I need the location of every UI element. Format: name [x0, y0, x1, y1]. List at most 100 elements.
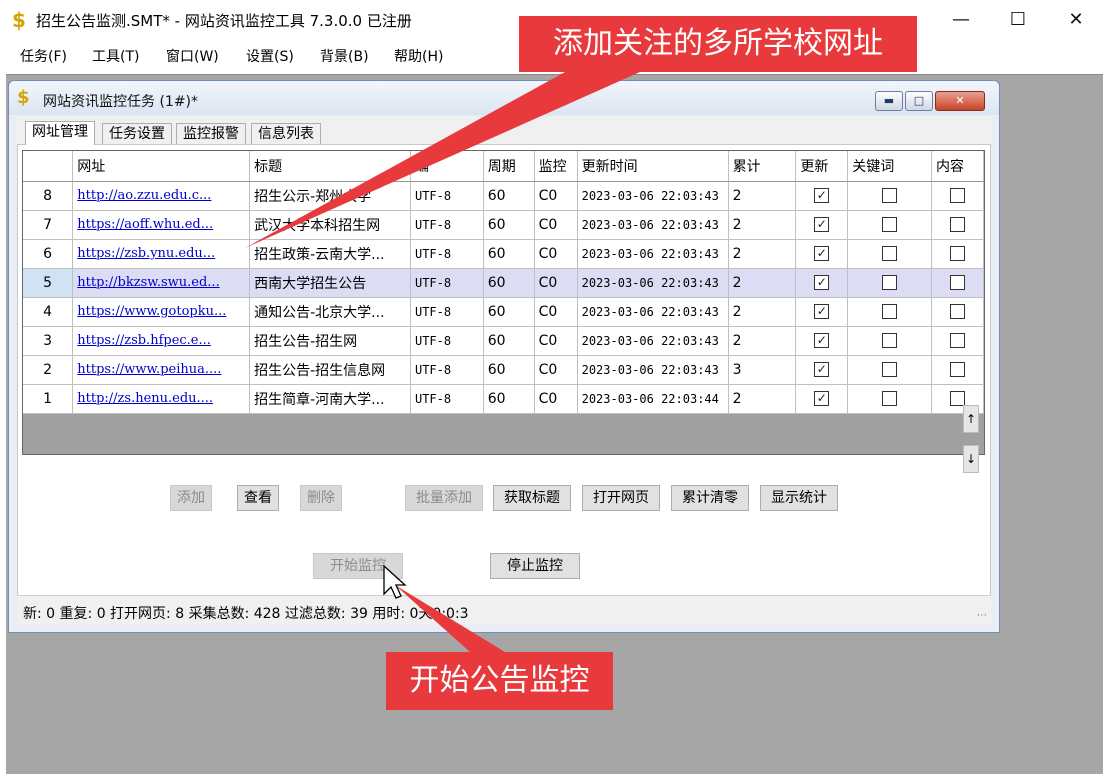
row-keyword-checkbox[interactable]: [882, 391, 898, 406]
row-update-checkbox[interactable]: ✓: [814, 275, 830, 290]
window-title: 招生公告监测.SMT* - 网站资讯监控工具 7.3.0.0 已注册: [36, 12, 412, 30]
row-update-checkbox[interactable]: ✓: [814, 362, 830, 377]
menu-help[interactable]: 帮助(H): [394, 46, 443, 66]
row-count: 2: [728, 181, 797, 211]
grid-empty-cell: [23, 413, 984, 454]
row-keyword-checkbox[interactable]: [882, 333, 898, 348]
col-header-keyword[interactable]: 关键词: [847, 151, 932, 182]
tab-panel: 网址 标题 编 周期 监控 更新时间 累计 更新 关键词 内容 8 http://: [17, 144, 991, 607]
batch-add-button[interactable]: 批量添加: [405, 485, 483, 511]
stop-monitor-button[interactable]: 停止监控: [490, 553, 580, 579]
menu-window[interactable]: 窗口(W): [166, 46, 219, 66]
row-url-link[interactable]: https://zsb.ynu.edu...: [72, 239, 251, 269]
table-row[interactable]: 2 https://www.peihua.... 招生公告-招生信息网 UTF-8 60…: [23, 355, 984, 385]
table-row[interactable]: 4 https://www.gotopku... 通知公告-北京大学... UTF-8…: [23, 297, 984, 327]
row-content-checkbox[interactable]: [950, 362, 965, 377]
row-monitor: C0: [534, 268, 578, 298]
row-content-checkbox[interactable]: [950, 217, 965, 232]
row-keyword-checkbox-cell: [847, 239, 932, 269]
child-maximize-button[interactable]: □: [905, 91, 933, 111]
col-header-update-time[interactable]: 更新时间: [577, 151, 729, 182]
menu-tools[interactable]: 工具(T): [92, 46, 139, 66]
row-keyword-checkbox-cell: [847, 384, 932, 414]
row-count: 2: [728, 210, 797, 240]
row-update-checkbox[interactable]: ✓: [814, 391, 830, 406]
row-content-checkbox[interactable]: [950, 275, 965, 290]
table-row[interactable]: 5 http://bkzsw.swu.ed... 西南大学招生公告 UTF-8 60 C0…: [23, 268, 984, 298]
open-page-button[interactable]: 打开网页: [582, 485, 660, 511]
col-header-monitor[interactable]: 监控: [534, 151, 578, 182]
show-stats-button[interactable]: 显示统计: [760, 485, 838, 511]
col-header-encoding[interactable]: 编: [410, 151, 484, 182]
row-keyword-checkbox[interactable]: [882, 217, 898, 232]
row-update-checkbox[interactable]: ✓: [814, 217, 830, 232]
row-update-checkbox[interactable]: ✓: [814, 188, 830, 203]
row-keyword-checkbox[interactable]: [882, 246, 898, 261]
row-content-checkbox[interactable]: [950, 246, 965, 261]
row-content-checkbox[interactable]: [950, 188, 965, 203]
tab-info-list[interactable]: 信息列表: [251, 123, 321, 145]
table-row[interactable]: 6 https://zsb.ynu.edu... 招生政策-云南大学... UTF-8…: [23, 239, 984, 269]
table-row[interactable]: 1 http://zs.henu.edu.... 招生简章-河南大学... UTF-8…: [23, 384, 984, 414]
col-header-content[interactable]: 内容: [931, 151, 984, 182]
row-count: 2: [728, 297, 797, 327]
menu-settings[interactable]: 设置(S): [246, 46, 294, 66]
maximize-button[interactable]: ☐: [989, 0, 1047, 40]
row-update-checkbox[interactable]: ✓: [814, 304, 830, 319]
col-header-url[interactable]: 网址: [72, 151, 251, 182]
view-button[interactable]: 查看: [237, 485, 279, 511]
row-url-link[interactable]: https://www.gotopku...: [72, 297, 251, 327]
col-header-update[interactable]: 更新: [795, 151, 849, 182]
close-button[interactable]: ✕: [1047, 0, 1105, 40]
row-url-link[interactable]: https://www.peihua....: [72, 355, 251, 385]
row-url-link[interactable]: https://aoff.whu.ed...: [72, 210, 251, 240]
table-row[interactable]: 7 https://aoff.whu.ed... 武汉大学本科招生网 UTF-8 60 C…: [23, 210, 984, 240]
row-title: 武汉大学本科招生网: [249, 210, 411, 240]
tab-task-settings[interactable]: 任务设置: [102, 123, 172, 145]
status-text: 新: 0 重复: 0 打开网页: 8 采集总数: 428 过滤总数: 39 用时…: [23, 606, 469, 622]
row-content-checkbox[interactable]: [950, 391, 965, 406]
col-header-title[interactable]: 标题: [249, 151, 411, 182]
scroll-up-button[interactable]: ↑: [963, 405, 979, 433]
col-header-count[interactable]: 累计: [728, 151, 797, 182]
row-keyword-checkbox[interactable]: [882, 188, 898, 203]
scroll-down-button[interactable]: ↓: [963, 445, 979, 473]
delete-button[interactable]: 删除: [300, 485, 342, 511]
row-encoding: UTF-8: [410, 326, 484, 356]
url-grid[interactable]: 网址 标题 编 周期 监控 更新时间 累计 更新 关键词 内容 8 http://: [22, 150, 985, 455]
row-title: 招生公告-招生网: [249, 326, 411, 356]
table-row[interactable]: 3 https://zsb.hfpec.e... 招生公告-招生网 UTF-8 60 C0…: [23, 326, 984, 356]
minimize-button[interactable]: —: [932, 0, 990, 40]
clear-count-button[interactable]: 累计清零: [671, 485, 749, 511]
row-url-link[interactable]: http://ao.zzu.edu.c...: [72, 181, 251, 211]
menu-background[interactable]: 背景(B): [320, 46, 369, 66]
row-encoding: UTF-8: [410, 239, 484, 269]
add-button[interactable]: 添加: [170, 485, 212, 511]
row-keyword-checkbox[interactable]: [882, 275, 898, 290]
col-header-period[interactable]: 周期: [483, 151, 535, 182]
start-monitor-button[interactable]: 开始监控: [313, 553, 403, 579]
table-row[interactable]: 8 http://ao.zzu.edu.c... 招生公示-郑州大学 UTF-8 60 C…: [23, 181, 984, 211]
row-url-link[interactable]: http://bkzsw.swu.ed...: [72, 268, 251, 298]
row-url-link[interactable]: http://zs.henu.edu....: [72, 384, 251, 414]
child-minimize-button[interactable]: ▬: [875, 91, 903, 111]
row-keyword-checkbox[interactable]: [882, 304, 898, 319]
tab-url-management[interactable]: 网址管理: [25, 121, 95, 145]
row-title: 招生公告-招生信息网: [249, 355, 411, 385]
child-body: 网址管理 任务设置 监控报警 信息列表 网址 标题 编 周期 监控 更新时间 累…: [17, 117, 991, 607]
child-close-button[interactable]: ✕: [935, 91, 985, 111]
get-title-button[interactable]: 获取标题: [493, 485, 571, 511]
col-header-index[interactable]: [23, 151, 74, 182]
row-index: 5: [23, 268, 74, 298]
row-index: 7: [23, 210, 74, 240]
row-update-checkbox[interactable]: ✓: [814, 333, 830, 348]
row-content-checkbox[interactable]: [950, 333, 965, 348]
row-update-checkbox[interactable]: ✓: [814, 246, 830, 261]
row-url-link[interactable]: https://zsb.hfpec.e...: [72, 326, 251, 356]
row-keyword-checkbox[interactable]: [882, 362, 898, 377]
resize-grip-icon[interactable]: ⋯: [977, 610, 987, 621]
menu-task[interactable]: 任务(F): [20, 46, 67, 66]
row-index: 8: [23, 181, 74, 211]
row-content-checkbox[interactable]: [950, 304, 965, 319]
tab-monitor-alarm[interactable]: 监控报警: [176, 123, 246, 145]
